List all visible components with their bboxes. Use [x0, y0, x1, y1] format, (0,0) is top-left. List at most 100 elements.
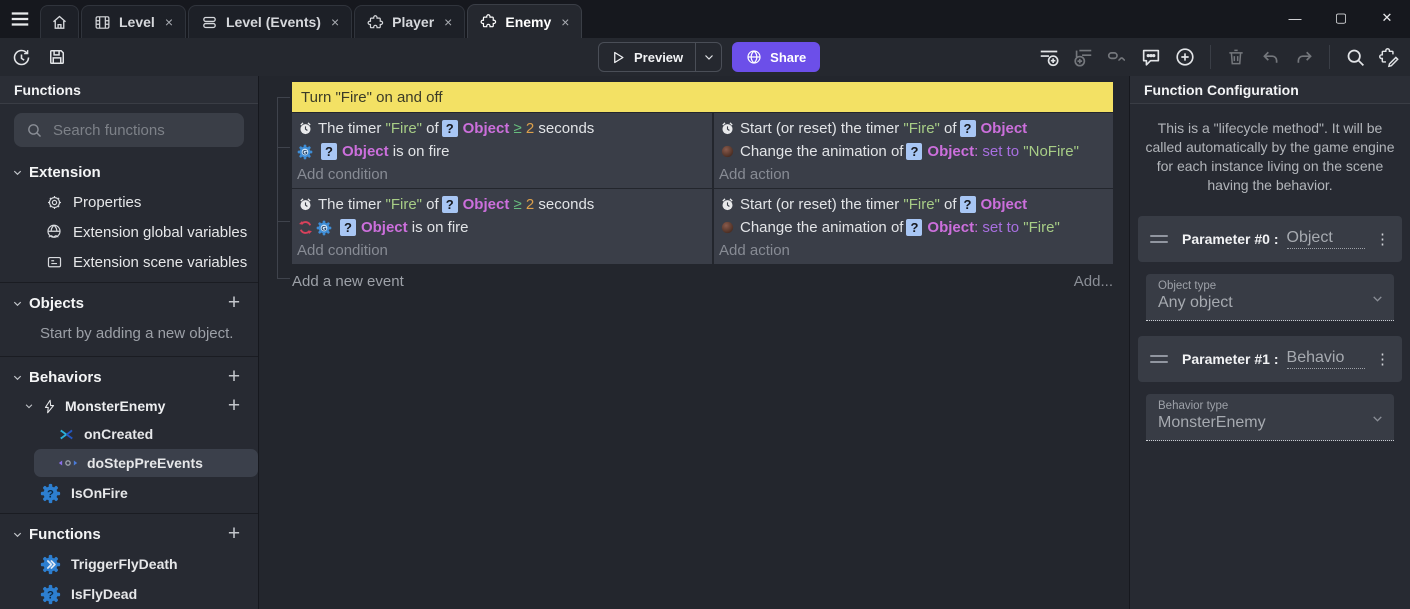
sidebar-item-extension-global-variables[interactable]: Extension global variables: [0, 217, 258, 247]
add-link-event-icon[interactable]: [1104, 44, 1130, 70]
toolbar: Preview Share: [0, 38, 1410, 76]
section-extension[interactable]: Extension: [0, 157, 258, 187]
sidebar-item-properties[interactable]: Properties: [0, 187, 258, 217]
select-value: Any object: [1158, 294, 1384, 312]
action-text: Change the animation of?Object: set to "…: [740, 219, 1060, 236]
parameter-0-card: Parameter #0 : Object ⋮: [1138, 216, 1402, 262]
tab-level-events[interactable]: Level (Events) ×: [188, 5, 352, 38]
condition[interactable]: The timer "Fire" of?Object ≥ 2 seconds: [297, 117, 707, 140]
tab-player[interactable]: Player ×: [354, 5, 465, 38]
events-list-icon: [201, 14, 218, 31]
close-icon[interactable]: ×: [163, 14, 173, 30]
delete-icon[interactable]: [1223, 44, 1249, 70]
search-icon[interactable]: [1342, 44, 1368, 70]
parameter-name-field[interactable]: Behavio: [1287, 349, 1365, 369]
action-text: Change the animation of?Object: set to "…: [740, 143, 1079, 160]
condition[interactable]: G ?Object is on fire: [297, 216, 707, 239]
add-behavior-button[interactable]: +: [222, 367, 246, 387]
action[interactable]: Change the animation of?Object: set to "…: [719, 216, 1108, 239]
sidebar-item-label: Extension scene variables: [73, 254, 247, 271]
add-action-link[interactable]: Add action: [719, 239, 1108, 261]
add-behavior-function-button[interactable]: +: [222, 396, 246, 416]
section-functions[interactable]: Functions +: [0, 519, 258, 549]
close-icon[interactable]: ×: [442, 14, 452, 30]
menu-icon[interactable]: [0, 0, 40, 38]
save-icon[interactable]: [44, 44, 70, 70]
globe-icon: [746, 49, 762, 65]
condition-text: The timer "Fire" of?Object ≥ 2 seconds: [318, 196, 594, 213]
share-label: Share: [770, 50, 806, 65]
sidebar-item-oncreated[interactable]: onCreated: [0, 420, 258, 448]
action[interactable]: Start (or reset) the timer "Fire" of?Obj…: [719, 117, 1108, 140]
search-functions-input[interactable]: [53, 122, 233, 139]
close-icon[interactable]: ×: [329, 14, 339, 30]
sidebar-item-triggerflydeath[interactable]: TriggerFlyDeath: [0, 549, 258, 579]
add-event-icon[interactable]: [1036, 44, 1062, 70]
functions-sidebar: Functions Extension Properties Extension…: [0, 76, 259, 609]
sidebar-item-isonfire[interactable]: ? IsOnFire: [0, 478, 258, 508]
config-panel-title: Function Configuration: [1130, 76, 1410, 104]
close-button[interactable]: ✕: [1364, 0, 1410, 36]
kebab-menu-icon[interactable]: ⋮: [1375, 350, 1390, 368]
puzzle-icon: [367, 14, 384, 31]
add-condition-link[interactable]: Add condition: [297, 239, 707, 261]
scene-variables-icon: [44, 252, 64, 272]
add-action-link[interactable]: Add action: [719, 163, 1108, 185]
undo-icon[interactable]: [1257, 44, 1283, 70]
event-comment[interactable]: Turn "Fire" on and off: [292, 82, 1113, 112]
action[interactable]: Start (or reset) the timer "Fire" of?Obj…: [719, 193, 1108, 216]
sidebar-item-dosteppreevents[interactable]: doStepPreEvents: [34, 449, 258, 477]
gdevelop-window: Level × Level (Events) × Player × Enemy …: [0, 0, 1410, 609]
add-new-event-link[interactable]: Add a new event: [292, 273, 404, 290]
tab-enemy[interactable]: Enemy ×: [467, 4, 582, 38]
action[interactable]: Change the animation of?Object: set to "…: [719, 140, 1108, 163]
tab-home[interactable]: [40, 5, 79, 38]
history-icon[interactable]: [8, 44, 34, 70]
close-icon[interactable]: ×: [559, 14, 569, 30]
condition[interactable]: G ?Object is on fire: [297, 140, 707, 163]
add-object-button[interactable]: +: [222, 293, 246, 313]
preview-button[interactable]: Preview: [598, 42, 722, 72]
kebab-menu-icon[interactable]: ⋮: [1375, 230, 1390, 248]
condition[interactable]: The timer "Fire" of?Object ≥ 2 seconds: [297, 193, 707, 216]
section-objects[interactable]: Objects +: [0, 288, 258, 318]
chevron-down-icon: [1371, 412, 1384, 425]
sidebar-item-extension-scene-variables[interactable]: Extension scene variables: [0, 247, 258, 277]
behavior-monsterenemy[interactable]: MonsterEnemy +: [0, 392, 258, 420]
action-text: Start (or reset) the timer "Fire" of?Obj…: [740, 196, 1027, 213]
edit-extension-icon[interactable]: [1376, 44, 1402, 70]
window-controls: — ▢ ✕: [1272, 0, 1410, 36]
section-label: Extension: [29, 164, 246, 181]
maximize-button[interactable]: ▢: [1318, 0, 1364, 36]
sidebar-item-isflydead[interactable]: ? IsFlyDead: [0, 579, 258, 609]
object-type-select[interactable]: Object type Any object: [1146, 274, 1394, 321]
add-function-button[interactable]: +: [222, 524, 246, 544]
tab-label: Level: [119, 14, 155, 30]
condition-text: ?Object is on fire: [318, 143, 450, 160]
select-value: MonsterEnemy: [1158, 414, 1384, 432]
section-behaviors[interactable]: Behaviors +: [0, 362, 258, 392]
invert-condition-icon: [297, 220, 313, 236]
parameter-label: Parameter #1 :: [1182, 351, 1279, 367]
play-icon: [611, 50, 626, 65]
tab-level[interactable]: Level ×: [81, 5, 186, 38]
alarm-clock-icon: [297, 197, 313, 213]
choose-event-icon[interactable]: [1172, 44, 1198, 70]
search-functions-box[interactable]: [14, 113, 244, 147]
add-more-link[interactable]: Add...: [1074, 273, 1113, 290]
drag-handle-icon[interactable]: [1150, 355, 1168, 363]
behavior-type-select[interactable]: Behavior type MonsterEnemy: [1146, 394, 1394, 441]
add-comment-icon[interactable]: [1138, 44, 1164, 70]
add-subevent-icon[interactable]: [1070, 44, 1096, 70]
tree-line: [277, 147, 290, 148]
svg-text:G: G: [321, 225, 326, 232]
parameter-name-field[interactable]: Object: [1287, 229, 1365, 249]
redo-icon[interactable]: [1291, 44, 1317, 70]
drag-handle-icon[interactable]: [1150, 235, 1168, 243]
minimize-button[interactable]: —: [1272, 0, 1318, 36]
section-label: Behaviors: [29, 369, 216, 386]
tree-line: [277, 97, 278, 278]
share-button[interactable]: Share: [732, 42, 820, 72]
preview-dropdown-button[interactable]: [695, 43, 721, 71]
add-condition-link[interactable]: Add condition: [297, 163, 707, 185]
